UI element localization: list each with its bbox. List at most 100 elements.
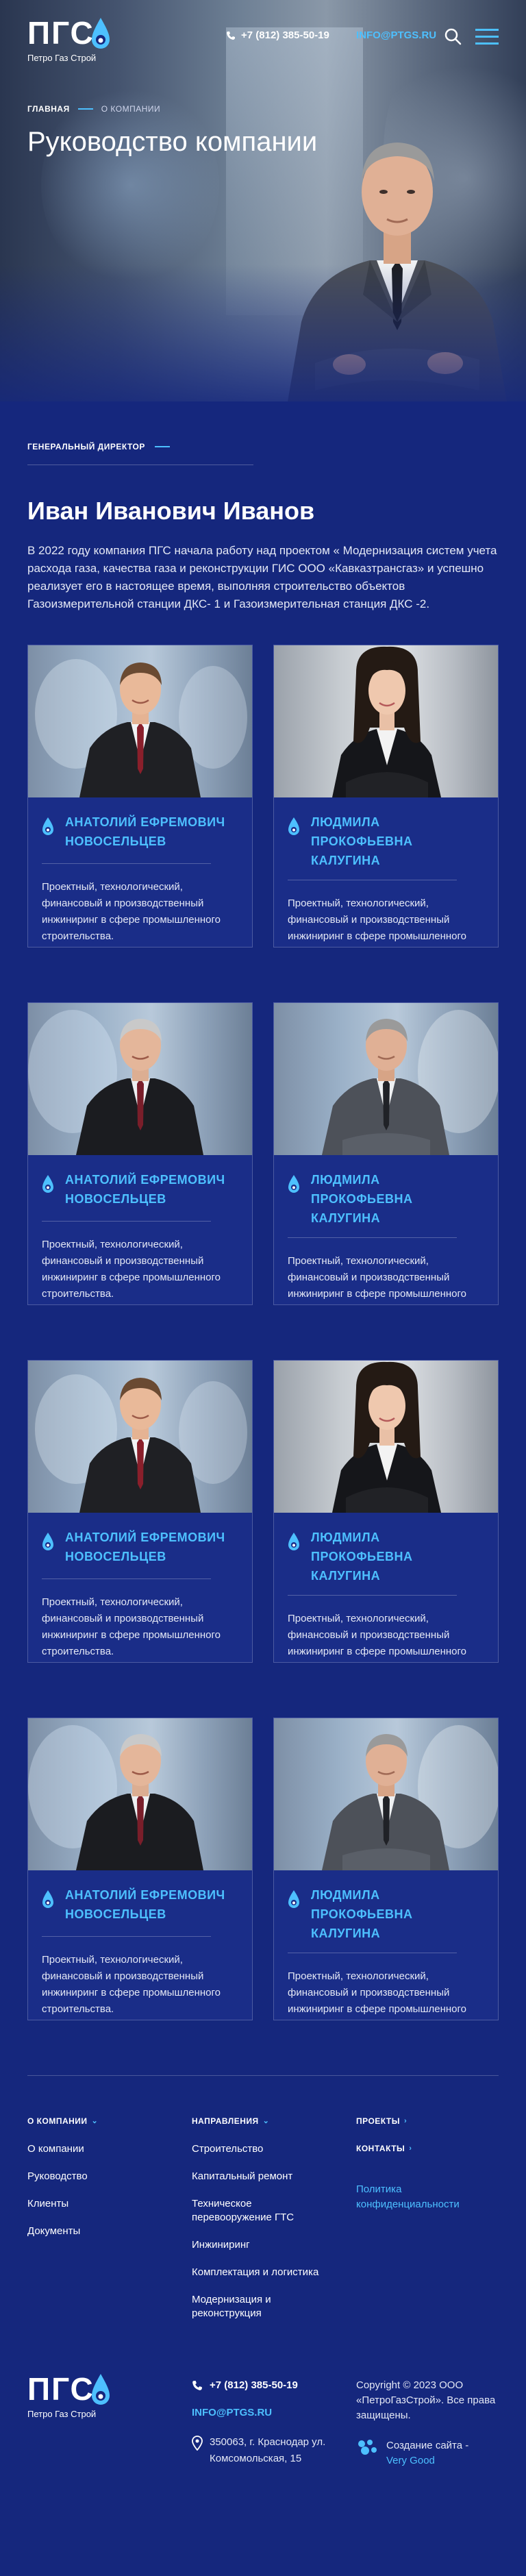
hamburger-menu-icon[interactable] <box>475 27 499 45</box>
breadcrumb-home[interactable]: ГЛАВНАЯ <box>27 104 70 114</box>
footer-privacy-policy-link[interactable]: Политика конфиденциальности <box>356 2182 493 2212</box>
footer-link[interactable]: Документы <box>27 2225 164 2238</box>
site-footer: О КОМПАНИИ ⌄ О компании Руководство Клие… <box>0 2075 526 2505</box>
person-description: Проектный, технологический, финансовый и… <box>288 1970 466 2015</box>
person-card[interactable]: АНАТОЛИЙ ЕФРЕМОВИЧ НОВОСЕЛЬЦЕВ Проектный… <box>27 1718 253 2020</box>
person-name: ЛЮДМИЛА ПРОКОФЬЕВНА КАЛУГИНА <box>288 1528 484 1585</box>
footer-directions-list: Строительство Капитальный ремонт Техниче… <box>192 2142 329 2320</box>
person-card[interactable]: ЛЮДМИЛА ПРОКОФЬЕВНА КАЛУГИНА Проектный, … <box>273 645 499 948</box>
director-name: Иван Иванович Иванов <box>27 497 315 525</box>
footer-projects-title: ПРОЕКТЫ <box>356 2116 401 2126</box>
header-email-link[interactable]: INFO@PTGS.RU <box>356 29 436 42</box>
person-name-first: АНАТОЛИЙ ЕФРЕМОВИЧ <box>65 1173 225 1187</box>
flame-drop-icon <box>42 1890 53 1908</box>
director-section: ГЕНЕРАЛЬНЫЙ ДИРЕКТОР Иван Иванович Ивано… <box>0 401 526 613</box>
person-name: ЛЮДМИЛА ПРОКОФЬЕВНА КАЛУГИНА <box>288 1885 484 1943</box>
person-photo <box>274 1718 498 1870</box>
director-label-text: ГЕНЕРАЛЬНЫЙ ДИРЕКТОР <box>27 442 145 451</box>
phone-icon <box>192 2380 202 2390</box>
footer-developer-label: Создание сайта - <box>386 2440 469 2451</box>
person-description: Проектный, технологический, финансовый и… <box>288 897 466 942</box>
footer-contacts-title: КОНТАКТЫ <box>356 2144 405 2153</box>
footer-contacts-link[interactable]: КОНТАКТЫ › <box>356 2142 412 2155</box>
footer-link[interactable]: О компании <box>27 2142 164 2156</box>
footer-link[interactable]: Инжиниринг <box>192 2238 329 2252</box>
footer-email-link[interactable]: INFO@PTGS.RU <box>192 2407 272 2418</box>
footer-link[interactable]: Комплектация и логистика <box>192 2266 329 2279</box>
flame-drop-icon <box>42 1533 53 1550</box>
footer-developer-link[interactable]: Very Good <box>386 2455 435 2466</box>
card-divider <box>42 1936 211 1937</box>
flame-drop-icon <box>288 1175 299 1193</box>
hero-section: ПГС Петро Газ Строй +7 (812) 385-50-19 I… <box>0 0 526 401</box>
person-description: Проектный, технологический, финансовый и… <box>42 881 221 942</box>
person-name-first: АНАТОЛИЙ ЕФРЕМОВИЧ <box>65 815 225 829</box>
logo-subtitle: Петро Газ Строй <box>27 53 97 63</box>
person-card[interactable]: АНАТОЛИЙ ЕФРЕМОВИЧ НОВОСЕЛЬЦЕВ Проектный… <box>27 645 253 948</box>
person-description: Проектный, технологический, финансовый и… <box>42 1239 221 1300</box>
flame-drop-icon <box>42 817 53 835</box>
director-label: ГЕНЕРАЛЬНЫЙ ДИРЕКТОР <box>27 401 499 465</box>
footer-directions-column: НАПРАВЛЕНИЯ ⌄ Строительство Капитальный … <box>192 2115 329 2334</box>
person-card[interactable]: ЛЮДМИЛА ПРОКОФЬЕВНА КАЛУГИНА Проектный, … <box>273 1718 499 2020</box>
person-photo <box>28 1003 252 1155</box>
footer-phone-link[interactable]: +7 (812) 385-50-19 <box>192 2379 298 2391</box>
chevron-right-icon: › <box>409 2144 412 2153</box>
person-card[interactable]: АНАТОЛИЙ ЕФРЕМОВИЧ НОВОСЕЛЬЦЕВ Проектный… <box>27 1002 253 1305</box>
person-name-first: ЛЮДМИЛА ПРОКОФЬЕВНА <box>311 1531 413 1563</box>
person-photo <box>274 1003 498 1155</box>
person-name-last: НОВОСЕЛЬЦЕВ <box>65 1192 166 1206</box>
person-name-last: КАЛУГИНА <box>311 1927 381 1940</box>
person-name-first: ЛЮДМИЛА ПРОКОФЬЕВНА <box>311 815 413 848</box>
hero-shade <box>0 264 526 401</box>
card-divider <box>42 863 211 864</box>
site-logo[interactable]: ПГС Петро Газ Строй <box>27 15 130 70</box>
footer-link[interactable]: Модернизация и реконструкция <box>192 2293 329 2320</box>
footer-projects-link[interactable]: ПРОЕКТЫ › <box>356 2115 407 2127</box>
person-card[interactable]: ЛЮДМИЛА ПРОКОФЬЕВНА КАЛУГИНА Проектный, … <box>273 1002 499 1305</box>
flame-drop-icon <box>42 1175 53 1193</box>
footer-link[interactable]: Клиенты <box>27 2197 164 2211</box>
footer-logo[interactable]: ПГС Петро Газ Строй <box>27 2371 130 2433</box>
footer-address-text: 350063, г. Краснодар ул. Комсомольская, … <box>210 2436 326 2464</box>
footer-link[interactable]: Строительство <box>192 2142 329 2156</box>
person-name-last: КАЛУГИНА <box>311 1569 381 1583</box>
person-name-first: АНАТОЛИЙ ЕФРЕМОВИЧ <box>65 1531 225 1544</box>
chevron-down-icon: ⌄ <box>91 2117 99 2125</box>
person-description: Проектный, технологический, финансовый и… <box>288 1255 466 1300</box>
chevron-right-icon: › <box>404 2117 408 2125</box>
card-divider <box>288 1237 457 1238</box>
breadcrumb-separator <box>77 108 93 110</box>
person-photo <box>28 1718 252 1870</box>
breadcrumb-current[interactable]: О КОМПАНИИ <box>101 104 160 114</box>
footer-about-heading[interactable]: О КОМПАНИИ ⌄ <box>27 2115 164 2127</box>
person-card[interactable]: ЛЮДМИЛА ПРОКОФЬЕВНА КАЛУГИНА Проектный, … <box>273 1360 499 1663</box>
header-phone-link[interactable]: +7 (812) 385-50-19 <box>226 29 329 42</box>
person-name-first: ЛЮДМИЛА ПРОКОФЬЕВНА <box>311 1888 413 1921</box>
person-name-first: ЛЮДМИЛА ПРОКОФЬЕВНА <box>311 1173 413 1206</box>
developer-logo-icon <box>358 2440 377 2455</box>
footer-about-column: О КОМПАНИИ ⌄ О компании Руководство Клие… <box>27 2115 164 2252</box>
footer-phone-text: +7 (812) 385-50-19 <box>210 2379 298 2391</box>
footer-link[interactable]: Капитальный ремонт <box>192 2170 329 2183</box>
page-title: Руководство компании <box>27 127 318 157</box>
card-divider <box>42 1221 211 1222</box>
footer-divider <box>27 2075 499 2076</box>
person-name-last: КАЛУГИНА <box>311 1211 381 1225</box>
card-divider <box>42 1578 211 1579</box>
footer-link[interactable]: Руководство <box>27 2170 164 2183</box>
footer-copyright: Copyright © 2023 ООО «ПетроГазСтрой». Вс… <box>356 2379 496 2421</box>
flame-drop-icon <box>92 18 110 49</box>
flame-drop-icon <box>92 2374 110 2405</box>
flame-drop-icon <box>288 1533 299 1550</box>
flame-drop-icon <box>288 817 299 835</box>
breadcrumb: ГЛАВНАЯ О КОМПАНИИ <box>27 104 160 114</box>
person-name: АНАТОЛИЙ ЕФРЕМОВИЧ НОВОСЕЛЬЦЕВ <box>42 813 238 854</box>
search-icon[interactable] <box>444 27 462 45</box>
footer-directions-heading[interactable]: НАПРАВЛЕНИЯ ⌄ <box>192 2115 329 2127</box>
person-name: ЛЮДМИЛА ПРОКОФЬЕВНА КАЛУГИНА <box>288 1170 484 1228</box>
management-cards: АНАТОЛИЙ ЕФРЕМОВИЧ НОВОСЕЛЬЦЕВ Проектный… <box>0 645 526 2020</box>
header-phone-text: +7 (812) 385-50-19 <box>241 29 329 41</box>
footer-link[interactable]: Техническое перевооружение ГТС <box>192 2197 329 2225</box>
person-card[interactable]: АНАТОЛИЙ ЕФРЕМОВИЧ НОВОСЕЛЬЦЕВ Проектный… <box>27 1360 253 1663</box>
